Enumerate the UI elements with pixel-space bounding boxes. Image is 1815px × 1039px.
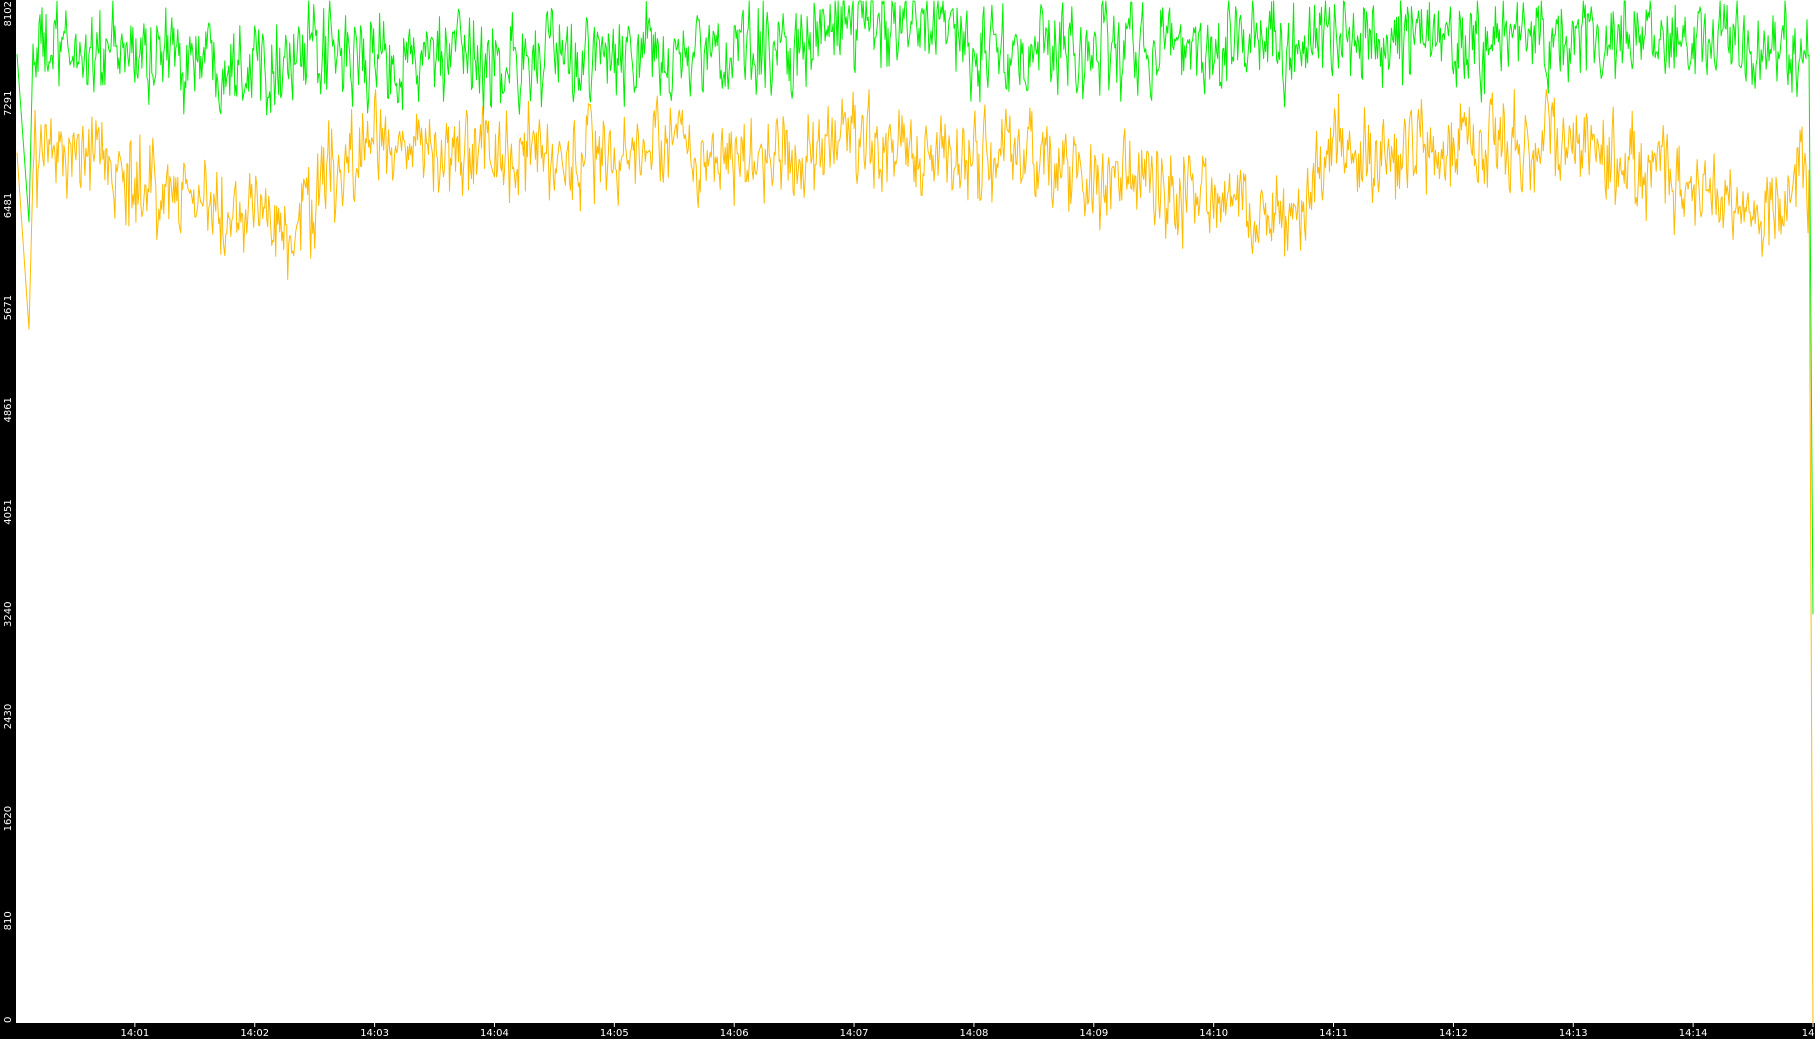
y-tick-label: 1620 xyxy=(3,806,14,831)
y-tick-label: 0 xyxy=(3,1017,14,1023)
x-tick-label: 14:09 xyxy=(1079,1028,1108,1039)
x-tick-label: 14:01 xyxy=(120,1028,149,1039)
x-tick-label: 14:06 xyxy=(720,1028,749,1039)
x-tick-label: 14:12 xyxy=(1439,1028,1468,1039)
y-tick-label: 5671 xyxy=(3,295,14,320)
y-tick-label: 8102 xyxy=(3,1,14,26)
x-tick-label: 14:10 xyxy=(1199,1028,1228,1039)
y-tick-label: 7291 xyxy=(3,91,14,116)
x-tick-label: 14:04 xyxy=(480,1028,509,1039)
y-tick-label: 810 xyxy=(3,911,14,930)
y-tick-label: 3240 xyxy=(3,602,14,627)
y-tick-label: 2430 xyxy=(3,704,14,729)
chart-svg: 0 810 1620 2430 3240 4051 4861 5671 6481 7291 8102… xyxy=(0,0,1815,1039)
y-tick-label: 6481 xyxy=(3,193,14,218)
x-tick-label: 14:07 xyxy=(840,1028,869,1039)
x-tick-label: 14:14 xyxy=(1679,1028,1708,1039)
plot-area xyxy=(16,0,1815,1023)
x-tick-label: 14:11 xyxy=(1319,1028,1348,1039)
x-tick-label: 14:02 xyxy=(240,1028,269,1039)
chart: 0 810 1620 2430 3240 4051 4861 5671 6481 7291 8102… xyxy=(0,0,1815,1039)
x-tick-label: 14:13 xyxy=(1559,1028,1588,1039)
y-tick-label: 4051 xyxy=(3,499,14,524)
x-tick-label: 14:05 xyxy=(600,1028,629,1039)
y-tick-label: 4861 xyxy=(3,397,14,422)
x-tick-label: 14:03 xyxy=(360,1028,389,1039)
x-tick-label: 14:08 xyxy=(960,1028,989,1039)
x-tick-label: 14:1 xyxy=(1802,1028,1815,1039)
